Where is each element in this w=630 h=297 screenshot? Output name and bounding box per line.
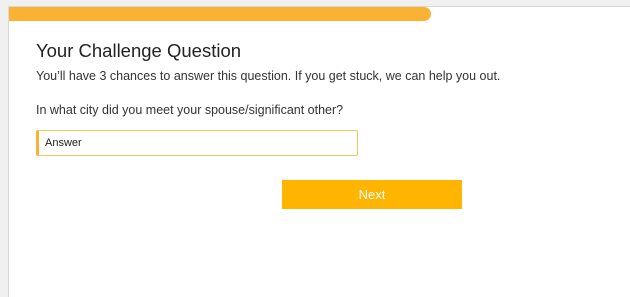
challenge-content: Your Challenge Question You’ll have 3 ch…: [36, 39, 620, 156]
page-title: Your Challenge Question: [36, 40, 242, 61]
progress-bar-fill: [9, 7, 432, 21]
instructions-text: You’ll have 3 chances to answer this que…: [36, 69, 501, 83]
challenge-panel: Your Challenge Question You’ll have 3 ch…: [8, 6, 630, 297]
answer-input[interactable]: [36, 130, 358, 156]
challenge-question-text: In what city did you meet your spouse/si…: [36, 103, 344, 117]
progress-bar: [9, 7, 630, 21]
next-button[interactable]: Next: [282, 180, 462, 209]
